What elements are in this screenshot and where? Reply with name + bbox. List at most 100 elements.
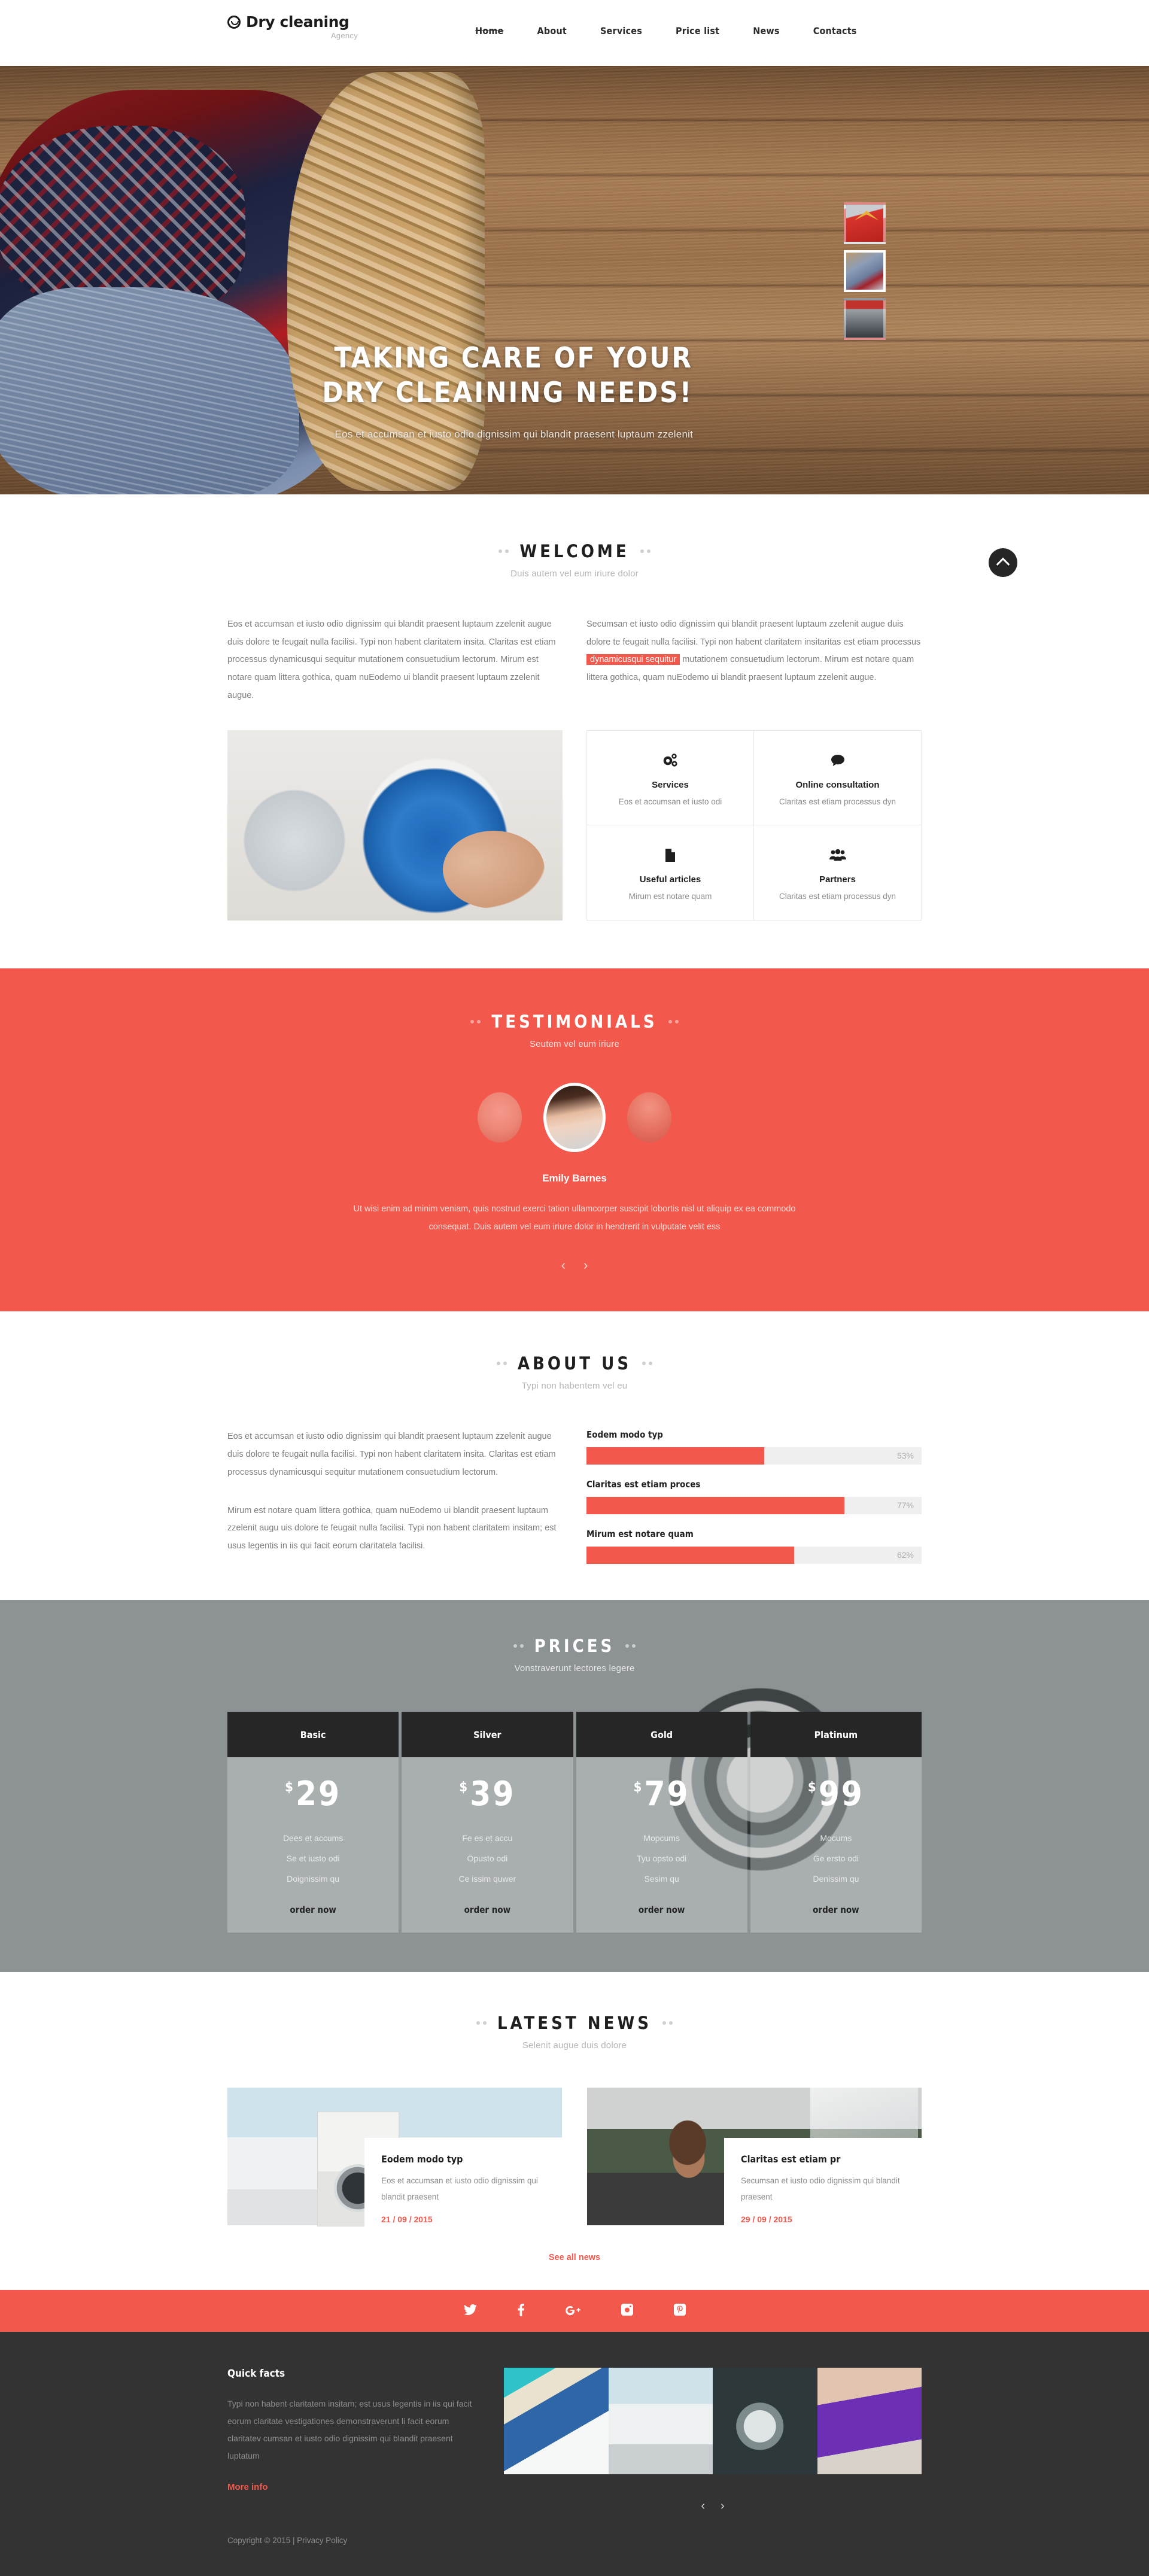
plan-feature: Mocums: [820, 1833, 852, 1843]
hero-thumb-red-shirt[interactable]: [844, 202, 886, 244]
washing-machine-photo: [227, 730, 563, 921]
feature-desc: Claritas est etiam processus dyn: [779, 797, 896, 806]
testimonial-avatar-current[interactable]: [543, 1082, 606, 1152]
news-card[interactable]: Claritas est etiam pr Secumsan et iusto …: [587, 2088, 922, 2240]
currency-symbol: $: [807, 1780, 816, 1796]
feature-desc: Mirum est notare quam: [628, 891, 712, 901]
plan-feature: Mopcums: [643, 1833, 680, 1843]
skill-bar-fill: [586, 1497, 845, 1515]
gallery-prev-arrow-icon[interactable]: ‹: [701, 2499, 705, 2513]
pricing-plan-silver: Silver $39 Fe es et accu Opusto odi Ce i…: [402, 1712, 573, 1933]
testimonial-quote: Ut wisi enim ad minim veniam, quis nostr…: [353, 1204, 796, 1232]
gears-icon: [594, 751, 746, 770]
plan-feature: Fe es et accu: [462, 1833, 513, 1843]
logo[interactable]: Dry cleaning Agency: [227, 0, 407, 40]
plan-feature: Dees et accums: [282, 1833, 344, 1843]
plan-price: $79: [576, 1778, 747, 1811]
plan-feature: Ce issim quwer: [458, 1874, 516, 1884]
instagram-icon[interactable]: [621, 2304, 633, 2318]
plan-feature: Ge ersto odi: [813, 1854, 859, 1864]
testimonial-prev-arrow-icon[interactable]: ‹: [561, 1257, 566, 1273]
heading-dots-left-icon: [470, 1019, 481, 1023]
pinterest-icon[interactable]: [673, 2304, 686, 2318]
testimonial-avatar-next[interactable]: [627, 1092, 671, 1143]
plan-name: Platinum: [750, 1712, 922, 1758]
heading-dots-right-icon: [662, 2021, 673, 2025]
welcome-right-text-before: Secumsan et iusto odio dignissim qui bla…: [586, 619, 921, 647]
welcome-right-paragraph: Secumsan et iusto odio dignissim qui bla…: [586, 616, 922, 705]
skill-bar-track: 53%: [586, 1447, 922, 1465]
testimonial-avatar-prev[interactable]: [478, 1092, 522, 1143]
nav-item-services[interactable]: Services: [600, 25, 642, 37]
site-footer: Quick facts Typi non habent claritatem i…: [0, 2332, 1149, 2576]
welcome-subtitle: Duis autem vel eum iriure dolor: [510, 569, 639, 579]
nav-item-contacts[interactable]: Contacts: [813, 25, 857, 37]
more-info-link[interactable]: More info: [227, 2482, 268, 2492]
news-heading: LATEST NEWS Selenit augue duis dolore: [227, 2013, 922, 2051]
gallery-image-smiling-woman[interactable]: [817, 2368, 922, 2475]
nav-item-about[interactable]: About: [537, 25, 567, 37]
hero-thumb-laundry-basket[interactable]: [844, 250, 886, 292]
hero-slider: TAKING CARE OF YOUR DRY CLEAINING NEEDS!…: [0, 66, 1149, 494]
order-now-button[interactable]: order now: [290, 1904, 336, 1915]
social-links-bar: [0, 2290, 1149, 2332]
news-card[interactable]: Eodem modo typ Eos et accumsan et iusto …: [227, 2088, 562, 2240]
heading-dots-right-icon: [668, 1019, 679, 1023]
gallery-image-clothes-worker[interactable]: [504, 2368, 609, 2475]
gallery-image-laundry-room[interactable]: [608, 2368, 713, 2475]
news-title: LATEST NEWS: [497, 2013, 652, 2034]
feature-card-services[interactable]: Services Eos et accumsan et iusto odi: [587, 730, 754, 825]
welcome-heading: WELCOME Duis autem vel eum iriure dolor: [227, 541, 922, 579]
hero-thumb-washing-machines[interactable]: [844, 298, 886, 340]
testimonials-section: TESTIMONIALS Seutem vel eum iriure Emily…: [0, 968, 1149, 1312]
news-card-text: Eos et accumsan et iusto odio dignissim …: [381, 2176, 538, 2201]
testimonial-next-arrow-icon[interactable]: ›: [583, 1257, 588, 1273]
news-card-body: Eodem modo typ Eos et accumsan et iusto …: [364, 2138, 562, 2240]
twitter-icon[interactable]: [463, 2304, 477, 2318]
prices-section: PRICES Vonstraverunt lectores legere Bas…: [0, 1600, 1149, 1973]
currency-symbol: $: [633, 1780, 642, 1796]
pricing-plan-basic: Basic $29 Dees et accums Se et iusto odi…: [227, 1712, 399, 1933]
google-plus-icon[interactable]: [565, 2304, 580, 2318]
gallery-image-washing-machines[interactable]: [713, 2368, 817, 2475]
plan-feature-list: Mopcums Tyu opsto odi Sesim qu: [576, 1828, 747, 1889]
plan-price: $39: [402, 1778, 573, 1811]
skill-bar-fill: [586, 1547, 795, 1565]
news-card-text: Secumsan et iusto odio dignissim qui bla…: [741, 2176, 900, 2201]
pricing-plan-platinum: Platinum $99 Mocums Ge ersto odi Denissi…: [750, 1712, 922, 1933]
gallery-next-arrow-icon[interactable]: ›: [721, 2499, 725, 2513]
facebook-icon[interactable]: [517, 2303, 524, 2319]
scroll-to-top-button[interactable]: [989, 548, 1017, 577]
feature-card-useful-articles[interactable]: Useful articles Mirum est notare quam: [587, 825, 754, 920]
testimonials-title: TESTIMONIALS: [491, 1011, 658, 1032]
order-now-button[interactable]: order now: [813, 1904, 859, 1915]
speech-bubble-icon: [761, 751, 914, 770]
feature-card-partners[interactable]: Partners Claritas est etiam processus dy…: [754, 825, 921, 920]
feature-grid: Services Eos et accumsan et iusto odi On…: [586, 730, 922, 921]
hero-subtitle: Eos et accumsan et iusto odio dignissim …: [335, 428, 693, 440]
see-all-news-link[interactable]: See all news: [227, 2253, 922, 2262]
feature-card-online-consultation[interactable]: Online consultation Claritas est etiam p…: [754, 731, 921, 825]
plan-price: $29: [227, 1778, 399, 1811]
skill-row: Claritas est etiam proces 77%: [586, 1479, 922, 1515]
nav-item-price-list[interactable]: Price list: [676, 25, 719, 37]
order-now-button[interactable]: order now: [639, 1904, 685, 1915]
document-icon: [594, 846, 746, 865]
logo-mark-icon: [227, 15, 241, 29]
nav-item-news[interactable]: News: [753, 25, 779, 37]
copyright: Copyright © 2015 | Privacy Policy: [227, 2536, 479, 2545]
privacy-policy-link[interactable]: Privacy Policy: [297, 2536, 347, 2545]
feature-desc: Eos et accumsan et iusto odi: [618, 797, 722, 806]
nav-item-home[interactable]: Home: [475, 25, 504, 37]
main-navigation: Home About Services Price list News Cont…: [407, 0, 922, 37]
plan-feature: Opusto odi: [467, 1854, 508, 1864]
skill-bar-fill: [586, 1447, 764, 1465]
order-now-button[interactable]: order now: [464, 1904, 510, 1915]
footer-gallery: [504, 2368, 922, 2475]
prices-title: PRICES: [534, 1636, 615, 1657]
pricing-table: Basic $29 Dees et accums Se et iusto odi…: [227, 1712, 922, 1933]
currency-symbol: $: [459, 1780, 468, 1796]
skill-bar-track: 77%: [586, 1497, 922, 1515]
price-amount: 29: [295, 1775, 342, 1814]
feature-title: Partners: [819, 874, 856, 885]
